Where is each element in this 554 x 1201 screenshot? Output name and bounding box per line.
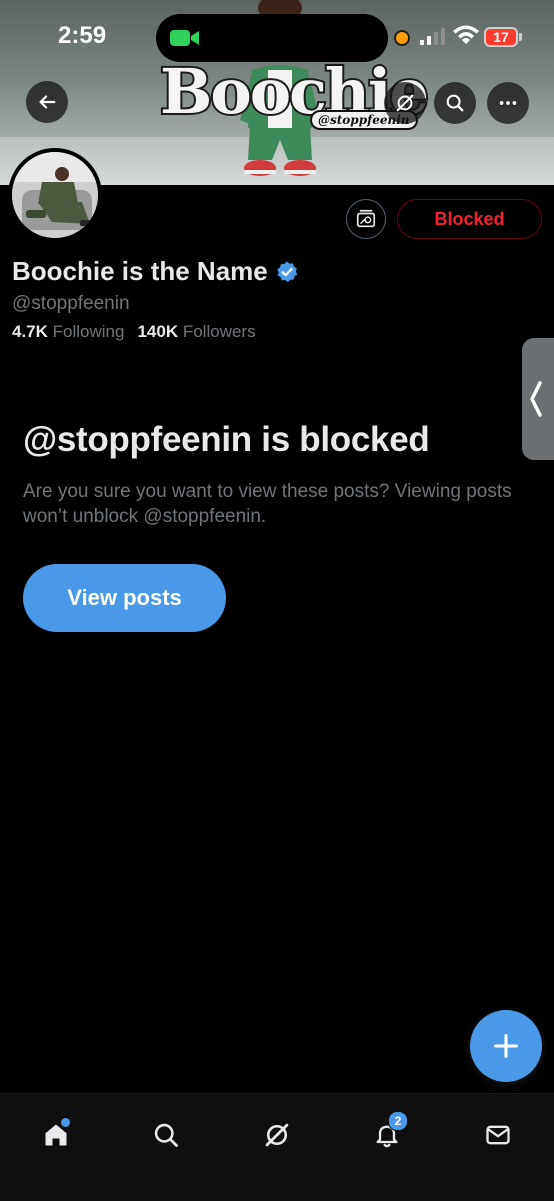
tab-home[interactable] [29,1108,83,1162]
following-count: 4.7K [12,322,48,341]
followers-link[interactable]: 140K Followers [137,322,255,341]
grok-icon [396,94,414,112]
battery-indicator: 17 [484,27,518,47]
followers-count: 140K [137,322,179,341]
display-name-text: Boochie is the Name [12,256,268,286]
media-button[interactable] [346,199,386,239]
following-link[interactable]: 4.7K Following [12,322,124,341]
followers-label: Followers [182,322,256,341]
wifi-icon [453,25,479,44]
notifications-badge: 2 [388,1111,408,1131]
profile-handle: @stoppfeenin [12,293,130,314]
facetime-icon [170,30,199,46]
battery-level: 17 [493,29,509,45]
avatar-illustration [12,152,98,238]
following-label: Following [52,322,125,341]
verified-badge-icon[interactable] [275,260,299,284]
side-panel-handle[interactable] [522,338,554,460]
tab-explore[interactable] [139,1108,193,1162]
back-button[interactable] [26,81,68,123]
tab-notifications[interactable]: 2 [360,1108,414,1162]
home-unread-dot [61,1118,70,1127]
search-icon [446,94,464,112]
more-horizontal-icon [499,101,517,105]
plus-icon [493,1033,519,1059]
profile-display-name: Boochie is the Name [12,256,299,287]
compose-post-button[interactable] [470,1010,542,1082]
status-time: 2:59 [58,22,107,49]
tab-grok[interactable] [250,1108,304,1162]
profile-avatar[interactable] [8,148,102,242]
status-bar: 2:59 17 [0,0,554,76]
media-icon [356,209,376,228]
cellular-signal-icon [420,28,445,45]
envelope-icon [486,1125,510,1145]
arrow-left-icon [39,95,56,109]
search-button[interactable] [434,82,476,124]
grok-icon [265,1123,289,1147]
bottom-tab-bar: 2 [0,1093,554,1201]
dynamic-island [156,14,388,62]
privacy-indicator-dot [396,32,408,44]
avatar-photo [12,152,98,238]
view-posts-button[interactable]: View posts [23,564,226,632]
battery-nub [519,33,522,41]
blocked-button[interactable]: Blocked [397,199,542,239]
profile-stats: 4.7K Following 140K Followers [12,322,256,342]
grok-button[interactable] [384,82,426,124]
more-options-button[interactable] [487,82,529,124]
blocked-notice-title: @stoppfeenin is blocked [23,420,430,459]
tab-messages[interactable] [471,1108,525,1162]
blocked-notice-description: Are you sure you want to view these post… [23,481,512,527]
search-icon [154,1123,178,1147]
chevron-left-icon [530,381,542,417]
